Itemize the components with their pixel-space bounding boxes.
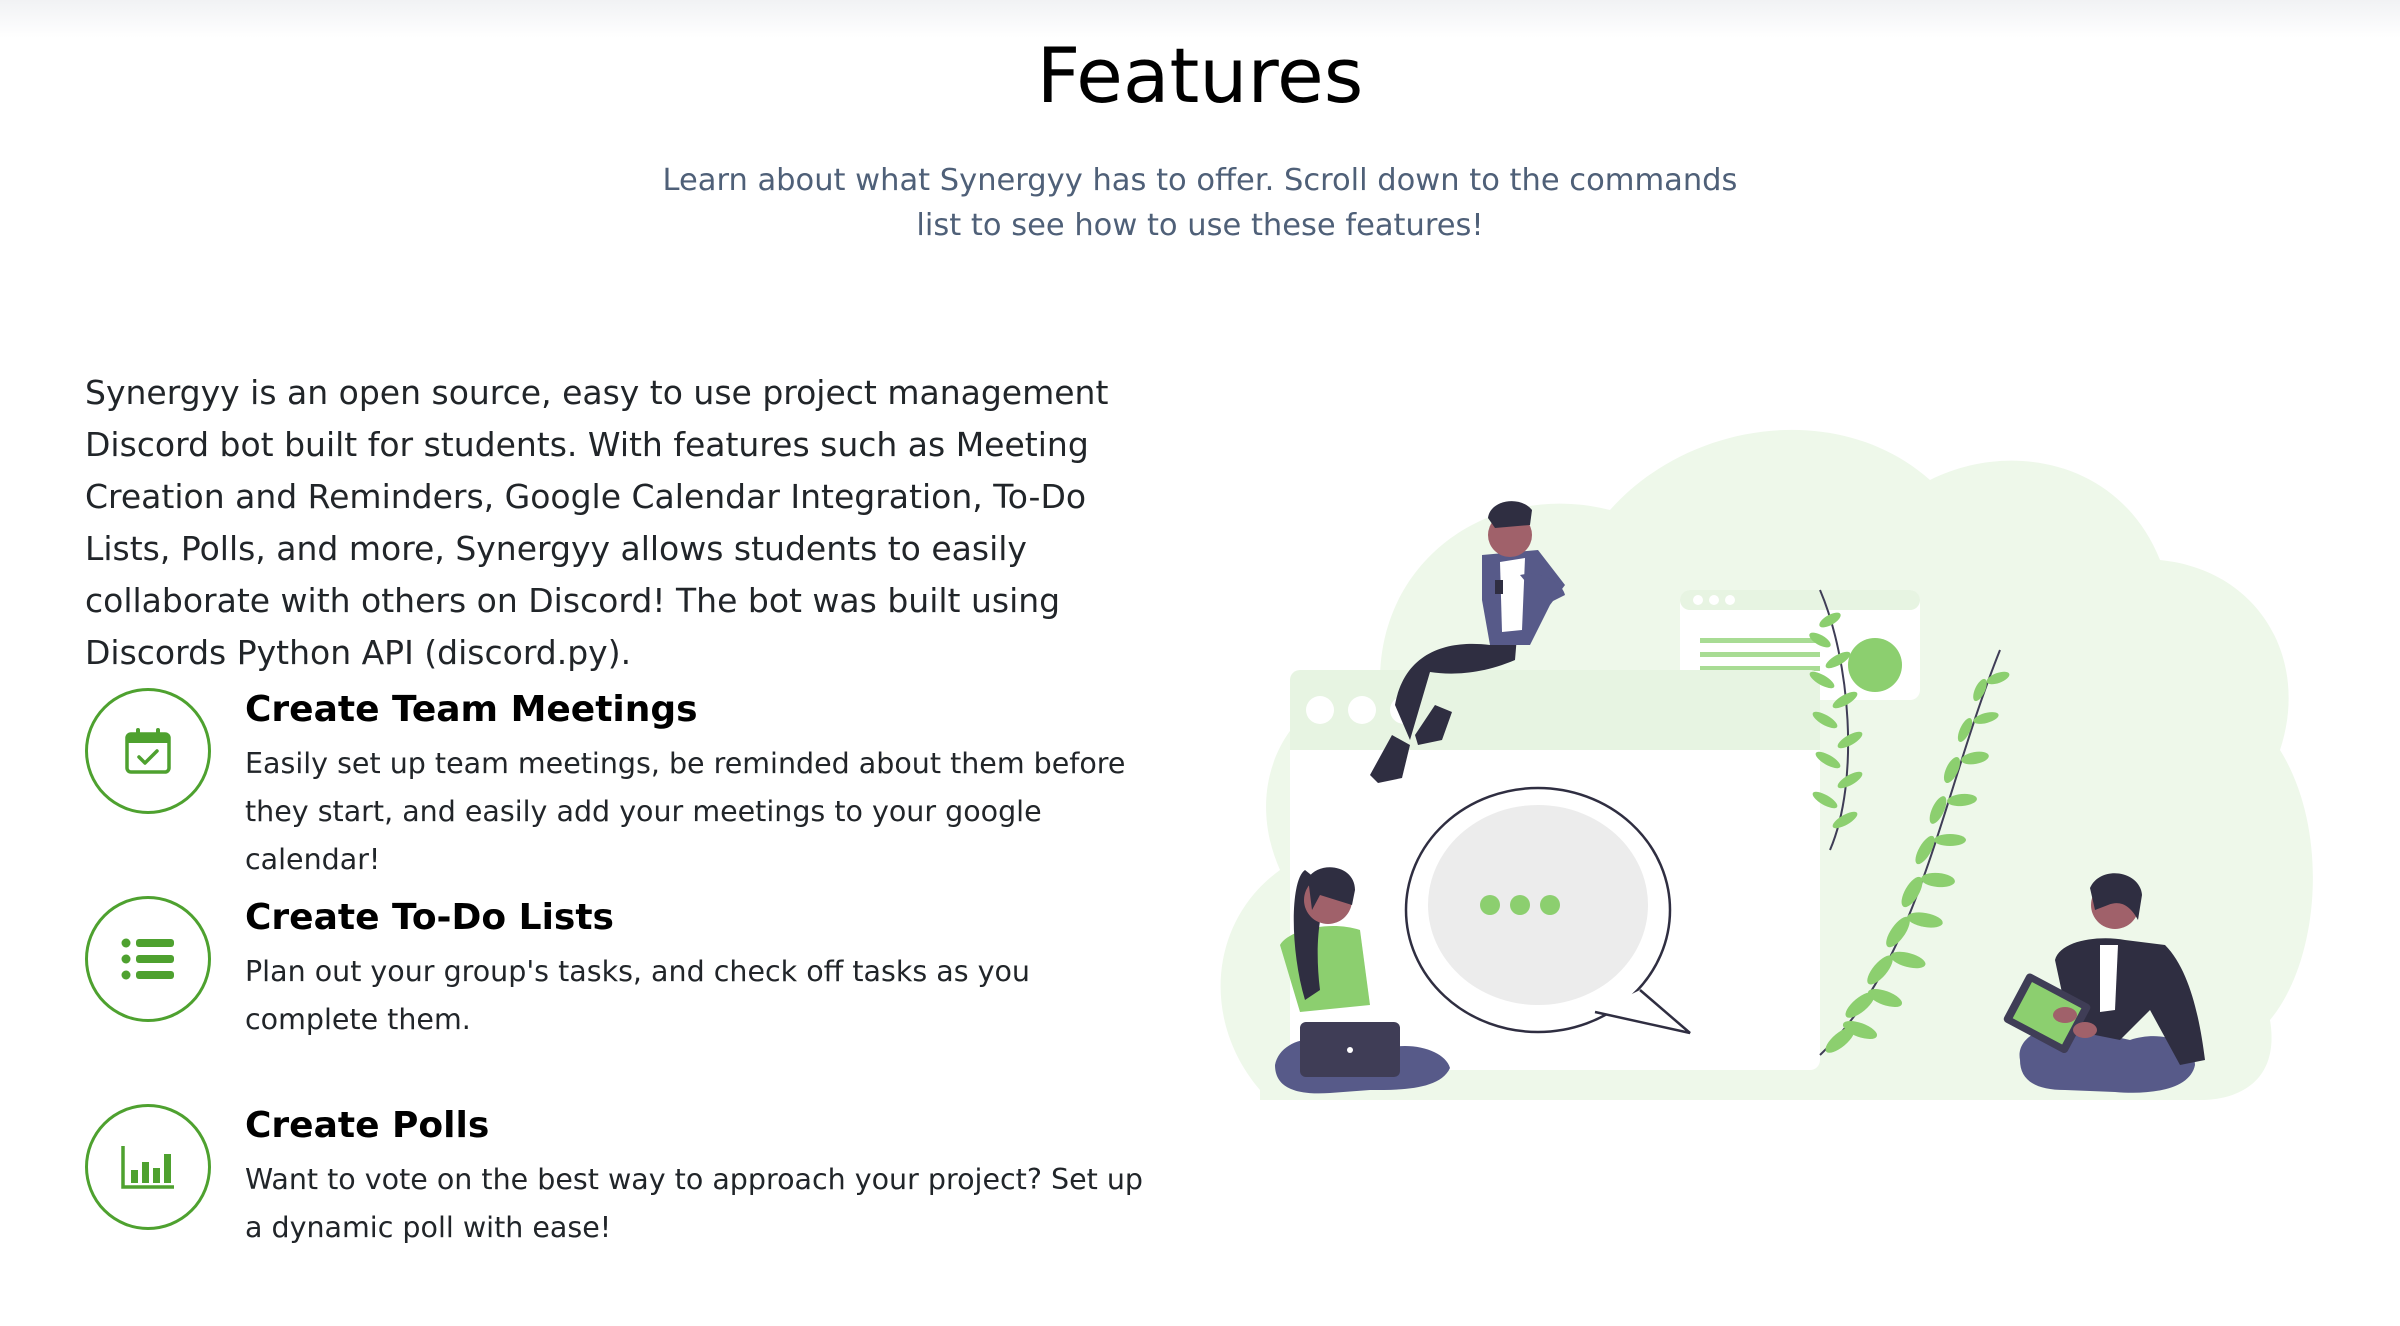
feature-icon-circle	[85, 1104, 211, 1230]
feature-item-todo-lists: Create To-Do Lists Plan out your group's…	[85, 896, 1165, 1036]
list-icon	[121, 938, 174, 980]
feature-item-team-meetings: Create Team Meetings Easily set up team …	[85, 688, 1165, 876]
feature-item-polls: Create Polls Want to vote on the best wa…	[85, 1104, 1165, 1244]
feature-description: Plan out your group's tasks, and check o…	[245, 955, 1030, 1036]
feature-description: Easily set up team meetings, be reminded…	[245, 747, 1126, 876]
hero-illustration	[1220, 400, 2320, 1160]
intro-paragraph: Synergyy is an open source, easy to use …	[85, 373, 1109, 672]
feature-icon-circle	[85, 688, 211, 814]
feature-description: Want to vote on the best way to approach…	[245, 1163, 1144, 1244]
feature-icon-circle	[85, 896, 211, 1022]
collaboration-illustration	[1220, 429, 2313, 1100]
feature-title: Create To-Do Lists	[245, 897, 614, 938]
feature-title: Create Polls	[245, 1105, 490, 1146]
feature-title: Create Team Meetings	[245, 689, 698, 730]
calendar-check-icon	[125, 728, 171, 774]
page-title: Features	[1036, 31, 1364, 120]
page-subtitle: Learn about what Synergyy has to offer. …	[662, 163, 1738, 243]
bar-chart-icon	[121, 1146, 174, 1189]
